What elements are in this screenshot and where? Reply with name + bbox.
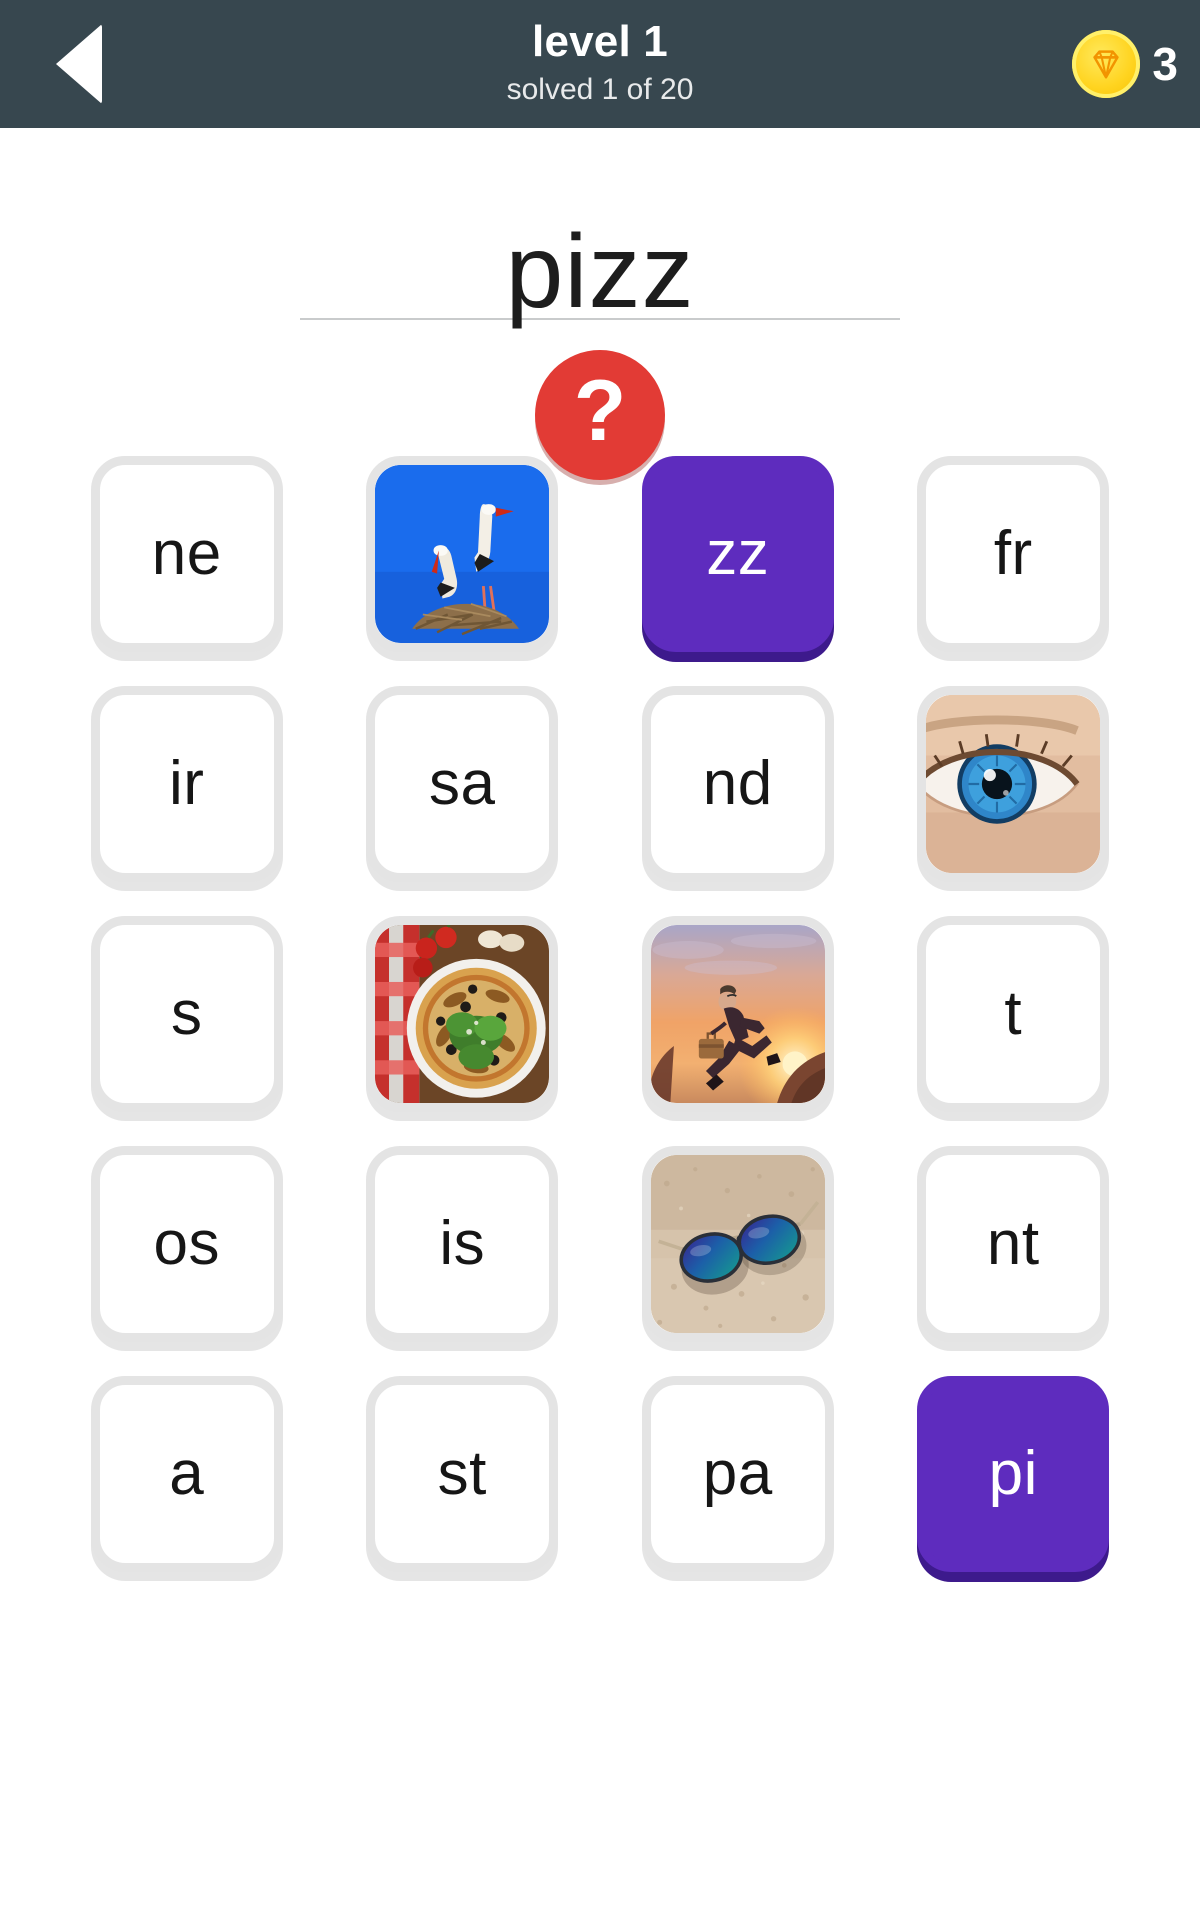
tile-label: st: [437, 1439, 487, 1508]
businessman-jumping-sunset-photo: [650, 925, 825, 1103]
tile-letter[interactable]: os: [90, 1146, 283, 1342]
current-word-slot: pizz: [300, 180, 900, 324]
tile-letter[interactable]: nd: [641, 686, 834, 882]
blue-eye-photo: [926, 695, 1101, 873]
tile-image[interactable]: [366, 456, 559, 652]
tile-image[interactable]: [641, 1146, 834, 1342]
tile-label: sa: [429, 749, 496, 818]
tile-label: os: [153, 1209, 220, 1278]
tile-letter[interactable]: ir: [90, 686, 283, 882]
tile-label: zz: [706, 519, 770, 588]
tile-image[interactable]: [366, 916, 559, 1112]
tile-letter[interactable]: fr: [917, 456, 1110, 652]
tile-letter[interactable]: a: [90, 1376, 283, 1572]
tile-letter[interactable]: zz: [641, 456, 834, 652]
current-word: pizz: [505, 214, 695, 330]
tile-label: is: [439, 1209, 486, 1278]
tile-label: nd: [702, 749, 773, 818]
tile-label: ir: [169, 749, 205, 818]
tile-letter[interactable]: nt: [917, 1146, 1110, 1342]
tile-label: pa: [702, 1439, 773, 1508]
tile-grid: ne zz fr ir sa nd s t os is nt a st pa p…: [0, 428, 1200, 1594]
page-title: level 1: [532, 17, 668, 67]
tile-label: t: [1004, 979, 1023, 1048]
tile-letter[interactable]: sa: [366, 686, 559, 882]
tile-letter[interactable]: t: [917, 916, 1110, 1112]
tile-image[interactable]: [917, 686, 1110, 882]
tile-label: s: [171, 979, 203, 1048]
gem-count-label: 3: [1152, 38, 1178, 90]
tile-letter[interactable]: pi: [917, 1376, 1110, 1572]
word-area: pizz ?: [0, 128, 1200, 480]
tile-letter[interactable]: s: [90, 916, 283, 1112]
storks-on-nest-photo: [375, 465, 550, 643]
gem-counter[interactable]: 3: [1072, 0, 1178, 128]
tile-label: nt: [986, 1209, 1040, 1278]
gem-icon[interactable]: [1072, 30, 1141, 98]
tile-label: ne: [151, 519, 222, 588]
header-title-block: level 1 solved 1 of 20: [0, 0, 1200, 128]
tile-label: a: [169, 1439, 205, 1508]
sunglasses-on-sand-photo: [650, 1155, 825, 1333]
tile-letter[interactable]: ne: [90, 456, 283, 652]
pizza-photo: [375, 925, 550, 1103]
tile-letter[interactable]: pa: [641, 1376, 834, 1572]
tile-label: fr: [993, 519, 1033, 588]
tile-image[interactable]: [641, 916, 834, 1112]
app-header: level 1 solved 1 of 20 3: [0, 0, 1200, 128]
tile-letter[interactable]: is: [366, 1146, 559, 1342]
progress-text: solved 1 of 20: [506, 72, 694, 106]
tile-letter[interactable]: st: [366, 1376, 559, 1572]
tile-label: pi: [988, 1439, 1038, 1508]
